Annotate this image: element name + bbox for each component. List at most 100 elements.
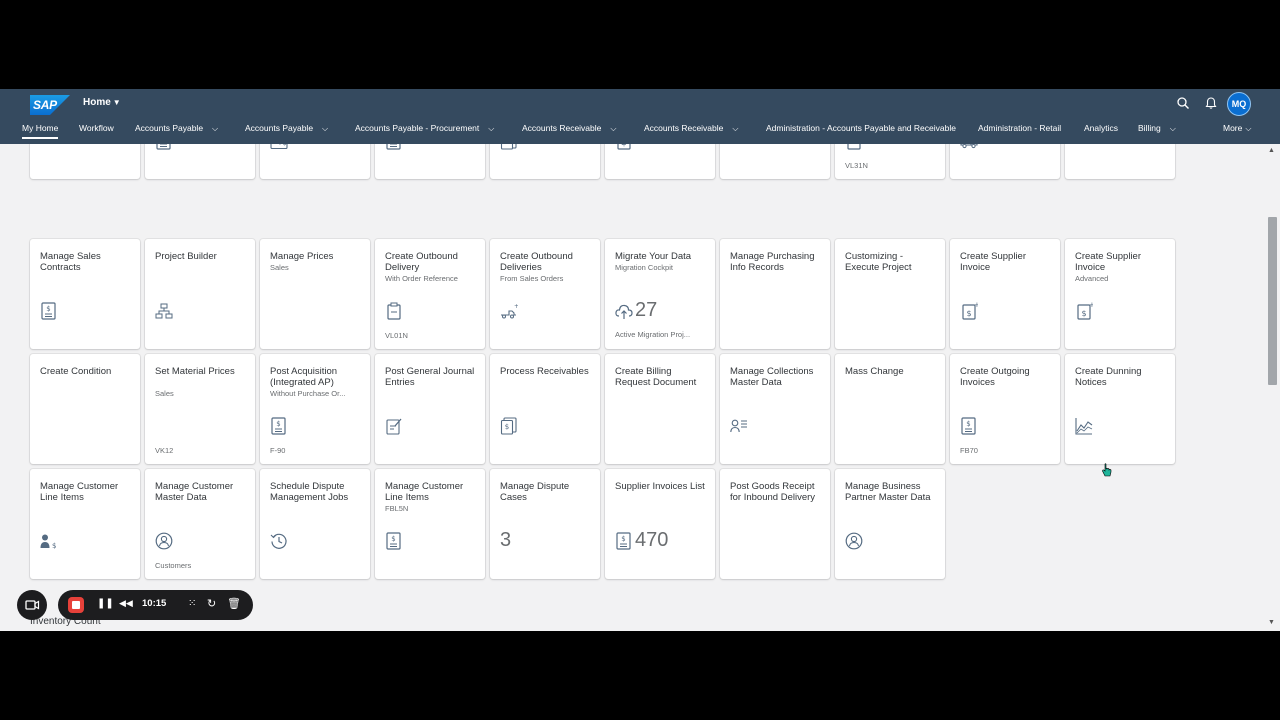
tile-title: Schedule Dispute Management Jobs — [270, 481, 349, 503]
tab-label: Administration - Accounts Payable and Re… — [766, 123, 956, 133]
app-tile-customizing-execute-project[interactable]: Customizing - Execute Project — [835, 239, 945, 349]
tab-analytics[interactable]: Analytics — [1084, 121, 1118, 139]
app-tile-manage-dispute-cases[interactable]: Manage Dispute Cases 3 — [490, 469, 600, 579]
chevron-down-icon[interactable]: ⌵ — [610, 122, 616, 136]
tile-title: Manage Prices — [270, 251, 334, 262]
app-tile-manage-collections-master-data[interactable]: Manage Collections Master Data — [720, 354, 830, 464]
recorder-camera-button[interactable] — [17, 590, 47, 620]
vertical-scrollbar[interactable] — [1266, 144, 1280, 631]
app-tile-create-dunning-notices[interactable]: Create Dunning Notices — [1065, 354, 1175, 464]
scroll-thumb[interactable] — [1268, 217, 1277, 385]
app-tile-post-goods-receipt-for-inbound-delivery[interactable]: Post Goods Receipt for Inbound Delivery — [720, 469, 830, 579]
tab-billing[interactable]: Billing ⌵ — [1138, 121, 1176, 139]
bell-icon[interactable] — [1204, 96, 1218, 110]
rewind-icon[interactable]: ◀◀ — [119, 598, 133, 609]
tile-footer: VL31N — [845, 161, 868, 170]
clipboard-icon — [387, 302, 401, 320]
tile-title: Create Supplier Invoice — [960, 251, 1027, 273]
app-tile-manage-customer-master-data[interactable]: Manage Customer Master Data Customers — [145, 469, 255, 579]
app-tile-create-outbound-deliveries[interactable]: Create Outbound Deliveries From Sales Ord… — [490, 239, 600, 349]
app-tile-post-acquisition-integrated-ap[interactable]: Post Acquisition (Integrated AP) Without … — [260, 354, 370, 464]
tab-label: My Home — [22, 123, 59, 133]
document-dollar-icon: $ — [386, 532, 401, 550]
svg-text:$: $ — [391, 535, 395, 543]
app-tile-migrate-your-data[interactable]: Migrate Your Data Migration Cockpit 27 Acti… — [605, 239, 715, 349]
app-tile-create-outbound-delivery[interactable]: Create Outbound Delivery With Order Refer… — [375, 239, 485, 349]
tab-accounts-receivable[interactable]: Accounts Receivable ⌵ — [522, 121, 616, 139]
chevron-down-icon[interactable]: ⌵ — [1170, 122, 1176, 136]
tile-kpi-value: 3 — [500, 529, 512, 551]
document-dollar-icon: $ — [961, 417, 976, 435]
app-tile-create-outgoing-invoices[interactable]: Create Outgoing Invoices $ FB70 — [950, 354, 1060, 464]
tab-my-home[interactable]: My Home — [22, 121, 59, 139]
pause-icon[interactable]: ❚❚ — [97, 598, 114, 609]
app-tile-manage-prices[interactable]: Manage Prices Sales — [260, 239, 370, 349]
tab-label: Workflow — [79, 123, 114, 133]
app-tile-process-receivables[interactable]: Process Receivables $ — [490, 354, 600, 464]
user-avatar[interactable]: MQ — [1227, 92, 1251, 116]
tab-accounts-receivable[interactable]: Accounts Receivable ⌵ — [644, 121, 738, 139]
chevron-down-icon[interactable]: ⌵ — [488, 122, 494, 136]
svg-text:+: + — [974, 302, 978, 309]
tab-label: Accounts Receivable — [522, 123, 602, 133]
tile-title: Post General Journal Entries — [385, 366, 475, 388]
svg-text:$: $ — [276, 420, 280, 428]
history-icon — [270, 533, 287, 549]
video-camera-icon — [25, 600, 40, 610]
tab-accounts-payable[interactable]: Accounts Payable ⌵ — [245, 121, 328, 139]
app-tile-manage-purchasing-info-records[interactable]: Manage Purchasing Info Records — [720, 239, 830, 349]
app-tile-manage-business-partner-master-data[interactable]: Manage Business Partner Master Data — [835, 469, 945, 579]
tile-title: Manage Dispute Cases — [500, 481, 570, 503]
svg-text:$: $ — [52, 542, 56, 550]
svg-text:+: + — [1089, 302, 1093, 309]
app-tile-manage-customer-line-items[interactable]: Manage Customer Line Items FBL5N $ — [375, 469, 485, 579]
app-tile-supplier-invoices-list[interactable]: Supplier Invoices List $470 — [605, 469, 715, 579]
scroll-up-arrow-icon[interactable]: ▲ — [1268, 147, 1275, 154]
home-menu-button[interactable]: Home ▼ — [83, 97, 121, 108]
tile-title: Create Condition — [40, 366, 112, 377]
tile-title: Manage Customer Master Data — [155, 481, 234, 503]
tile-title: Manage Purchasing Info Records — [730, 251, 815, 273]
app-tile-manage-customer-line-items[interactable]: Manage Customer Line Items $ — [30, 469, 140, 579]
chevron-down-icon[interactable]: ⌵ — [732, 122, 738, 136]
tab-administration-accounts-payable-and-receivable[interactable]: Administration - Accounts Payable and Re… — [766, 121, 956, 139]
tab-accounts-payable[interactable]: Accounts Payable ⌵ — [135, 121, 218, 139]
home-label: Home — [83, 97, 111, 108]
tab-label: Accounts Payable — [135, 123, 204, 133]
tab-label: Billing — [1138, 123, 1161, 133]
line-chart-icon — [1075, 418, 1093, 435]
search-icon[interactable] — [1176, 96, 1190, 110]
tile-kpi-value: 27 — [635, 299, 658, 321]
chevron-down-icon[interactable]: ⌵ — [212, 122, 218, 136]
app-tile-create-condition[interactable]: Create Condition — [30, 354, 140, 464]
tile-subtitle: Sales — [270, 263, 289, 272]
scroll-down-arrow-icon[interactable]: ▼ — [1268, 619, 1275, 626]
app-tile-project-builder[interactable]: Project Builder — [145, 239, 255, 349]
tile-title: Supplier Invoices List — [615, 481, 705, 492]
restart-icon[interactable]: ↻ — [207, 597, 216, 610]
trash-icon[interactable]: 🗑 — [227, 597, 241, 610]
app-tile-set-material-prices[interactable]: Set Material Prices Sales VK12 — [145, 354, 255, 464]
sap-logo[interactable]: SAP — [30, 95, 70, 115]
chevron-down-icon[interactable]: ⌵ — [322, 122, 328, 136]
app-tile-schedule-dispute-management-jobs[interactable]: Schedule Dispute Management Jobs — [260, 469, 370, 579]
tab-administration-retail[interactable]: Administration - Retail — [978, 121, 1061, 139]
tile-subtitle: From Sales Orders — [500, 274, 564, 283]
stop-recording-button[interactable] — [68, 597, 84, 613]
grid-icon[interactable]: ⁙ — [188, 598, 196, 609]
tile-footer: VL01N — [385, 331, 408, 340]
app-tile-create-supplier-invoice[interactable]: Create Supplier Invoice Advanced $ + — [1065, 239, 1175, 349]
tab-workflow[interactable]: Workflow — [79, 121, 114, 139]
caret-down-icon: ▼ — [112, 98, 121, 107]
tab-accounts-payable-procurement[interactable]: Accounts Payable - Procurement ⌵ — [355, 121, 494, 139]
app-tile-manage-sales-contracts[interactable]: Manage Sales Contracts $ — [30, 239, 140, 349]
more-tabs-button[interactable]: More ⌵ — [1223, 121, 1251, 139]
app-tile-create-billing-request-document[interactable]: Create Billing Request Document — [605, 354, 715, 464]
app-tile-create-supplier-invoice[interactable]: Create Supplier Invoice $ + — [950, 239, 1060, 349]
app-tile-mass-change[interactable]: Mass Change — [835, 354, 945, 464]
shell-header: SAP Home ▼ MQ My Home Workflow Accounts Pay… — [0, 89, 1280, 144]
customer-items-icon: $ — [40, 534, 56, 550]
tile-title: Post Goods Receipt for Inbound Delivery — [730, 481, 816, 503]
tile-footer: Active Migration Proj... — [615, 330, 691, 339]
app-tile-post-general-journal-entries[interactable]: Post General Journal Entries — [375, 354, 485, 464]
